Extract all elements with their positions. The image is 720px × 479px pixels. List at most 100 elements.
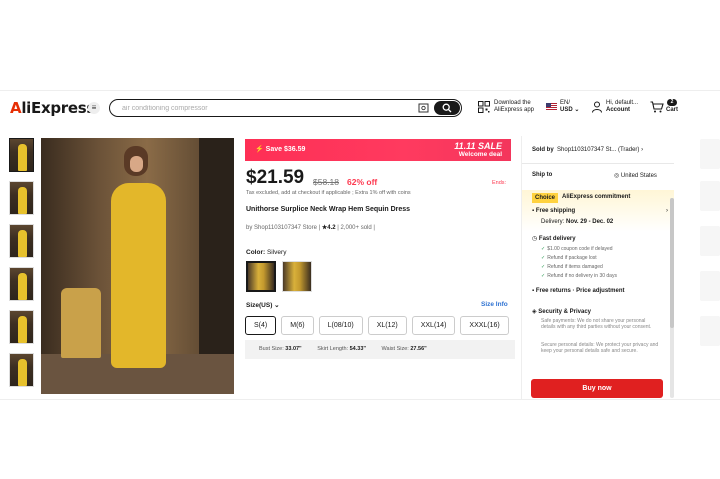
thumbnail[interactable] [9, 353, 34, 387]
buy-now-button[interactable]: Buy now [531, 379, 663, 398]
color-swatch-silvery[interactable] [246, 261, 276, 292]
bust-label: Bust Size: [259, 346, 286, 352]
fd-item-text: Refund if items damaged [547, 264, 603, 270]
security-text-payments: Safe payments: We do not share your pers… [541, 318, 652, 331]
original-price: $58.18 [313, 177, 339, 187]
color-value: Silvery [266, 249, 287, 256]
thumbnail[interactable] [9, 267, 34, 301]
color-label-key: Color: [246, 249, 267, 256]
check-icon: ✓ [541, 273, 546, 279]
store-link[interactable]: Shop1103107347 Store [254, 225, 317, 231]
tax-note: Tax excluded, add at checkout if applica… [246, 190, 411, 196]
thumbnail[interactable] [9, 310, 34, 344]
waist-size: Waist Size: 27.56" [375, 346, 427, 352]
fast-delivery-item: ✓ Refund if no delivery in 30 days [541, 273, 617, 279]
current-price: $21.59 [246, 167, 305, 188]
sale-title: 11.11 SALE [454, 141, 502, 151]
account-link[interactable]: Hi, default... Account [606, 100, 638, 114]
search-button[interactable] [434, 101, 460, 115]
bust-value: 33.07" [285, 346, 302, 352]
check-icon: ✓ [541, 246, 546, 252]
divider [522, 163, 674, 164]
ship-to-country[interactable]: ◎ United States [614, 172, 657, 179]
cart-count-badge: 2 [667, 99, 677, 106]
size-option[interactable]: XXL(14) [411, 316, 456, 335]
check-icon: ✓ [541, 255, 546, 261]
save-amount: ⚡ Save $36.59 [255, 146, 306, 153]
free-shipping-row[interactable]: ▪ Free shipping › [532, 208, 668, 214]
thumbnail[interactable] [9, 138, 34, 172]
account-label: Account [606, 107, 630, 113]
image-search-icon[interactable] [418, 103, 429, 113]
skirt-length: Skirt Length: 54.33" [310, 346, 366, 352]
sale-banner: ⚡ Save $36.59 11.11 SALE Welcome deal [245, 139, 511, 161]
size-info-link[interactable]: Size Info [481, 301, 508, 308]
discount-label: 62% off [347, 177, 378, 187]
store-prefix: by [246, 225, 255, 231]
fast-delivery-row: ◷ Fast delivery [532, 235, 576, 242]
fd-item-text: Refund if no delivery in 30 days [547, 273, 617, 279]
cart-icon[interactable] [650, 101, 664, 113]
product-title: Unithorse Surplice Neck Wrap Hem Sequin … [246, 206, 411, 213]
menu-icon[interactable]: ≡ [88, 102, 100, 114]
search-input[interactable] [122, 102, 412, 115]
size-option[interactable]: XL(12) [367, 316, 407, 335]
color-swatch[interactable] [282, 261, 312, 292]
panel-scrollbar[interactable] [670, 198, 674, 398]
color-label: Color: Silvery [246, 249, 286, 256]
fast-delivery-label: Fast delivery [538, 236, 576, 242]
fast-delivery-item: ✓ Refund if package lost [541, 255, 597, 261]
sold-count: | 2,000+ sold | [335, 225, 375, 231]
size-options: S(4) M(6) L(08/10) XL(12) XXL(14) XXXL(1… [245, 316, 514, 335]
site-header: AliExpress ≡ Download the AliExpress app… [0, 91, 720, 125]
size-measurements: Bust Size: 33.07" Skirt Length: 54.33" W… [245, 340, 515, 359]
choice-section: Choice AliExpress commitment ▪ Free ship… [522, 190, 674, 310]
thumbnail[interactable] [9, 224, 34, 258]
security-label: Security & Privacy [538, 309, 591, 315]
bust-size: Bust Size: 33.07" [252, 346, 302, 352]
size-label[interactable]: Size(US) ⌄ [246, 301, 280, 309]
free-returns-label: Free returns · Price adjustment [535, 288, 625, 294]
sold-by[interactable]: Sold by Shop1103107347 St... (Trader) › [532, 147, 643, 153]
user-icon [592, 101, 602, 113]
side-decoration [700, 316, 720, 346]
main-product-image[interactable] [41, 138, 234, 394]
fd-item-text: $1.00 coupon code if delayed [547, 246, 613, 252]
size-option[interactable]: M(6) [281, 316, 314, 335]
size-option[interactable]: L(08/10) [318, 316, 363, 335]
ends-label: Ends: [492, 180, 507, 186]
image-thumbnails [9, 138, 34, 396]
size-option[interactable]: XXXL(16) [460, 316, 509, 335]
cart-label[interactable]: Cart [666, 107, 678, 114]
side-decoration [700, 181, 720, 211]
free-returns-row[interactable]: ▪ Free returns · Price adjustment [532, 288, 625, 294]
sold-by-value: Shop1103107347 St... (Trader) › [557, 147, 644, 153]
return-icon: ▪ [532, 288, 535, 294]
aliexpress-logo[interactable]: AliExpress [10, 99, 95, 117]
language-label: EN/ [560, 100, 571, 106]
download-app-link[interactable]: Download the AliExpress app [494, 100, 534, 114]
side-decoration [700, 271, 720, 301]
download-line1: Download the [494, 100, 531, 106]
choice-badge: Choice [532, 193, 559, 203]
fd-item-text: Refund if package lost [547, 255, 597, 261]
size-option[interactable]: S(4) [245, 316, 277, 335]
chevron-right-icon: › [666, 208, 668, 214]
shield-icon: ◈ [532, 309, 537, 315]
account-greeting: Hi, default... [606, 100, 639, 106]
model-dress [111, 183, 166, 368]
search-bar [109, 99, 462, 117]
currency-label: USD ⌄ [560, 107, 580, 113]
store-line: by Shop1103107347 Store | ★4.2 | 2,000+ … [246, 224, 375, 231]
search-icon [442, 103, 452, 113]
clock-icon: ◷ [532, 236, 538, 242]
thumbnail[interactable] [9, 181, 34, 215]
fast-delivery-item: ✓ $1.00 coupon code if delayed [541, 246, 613, 252]
language-currency-selector[interactable]: EN/ USD ⌄ [560, 100, 579, 114]
background-chair [61, 288, 101, 358]
check-icon: ✓ [541, 264, 546, 270]
purchase-panel: Sold by Shop1103107347 St... (Trader) › … [521, 136, 674, 399]
browser-content: AliExpress ≡ Download the AliExpress app… [0, 90, 720, 400]
skirt-label: Skirt Length: [317, 346, 350, 352]
waist-label: Waist Size: [381, 346, 411, 352]
